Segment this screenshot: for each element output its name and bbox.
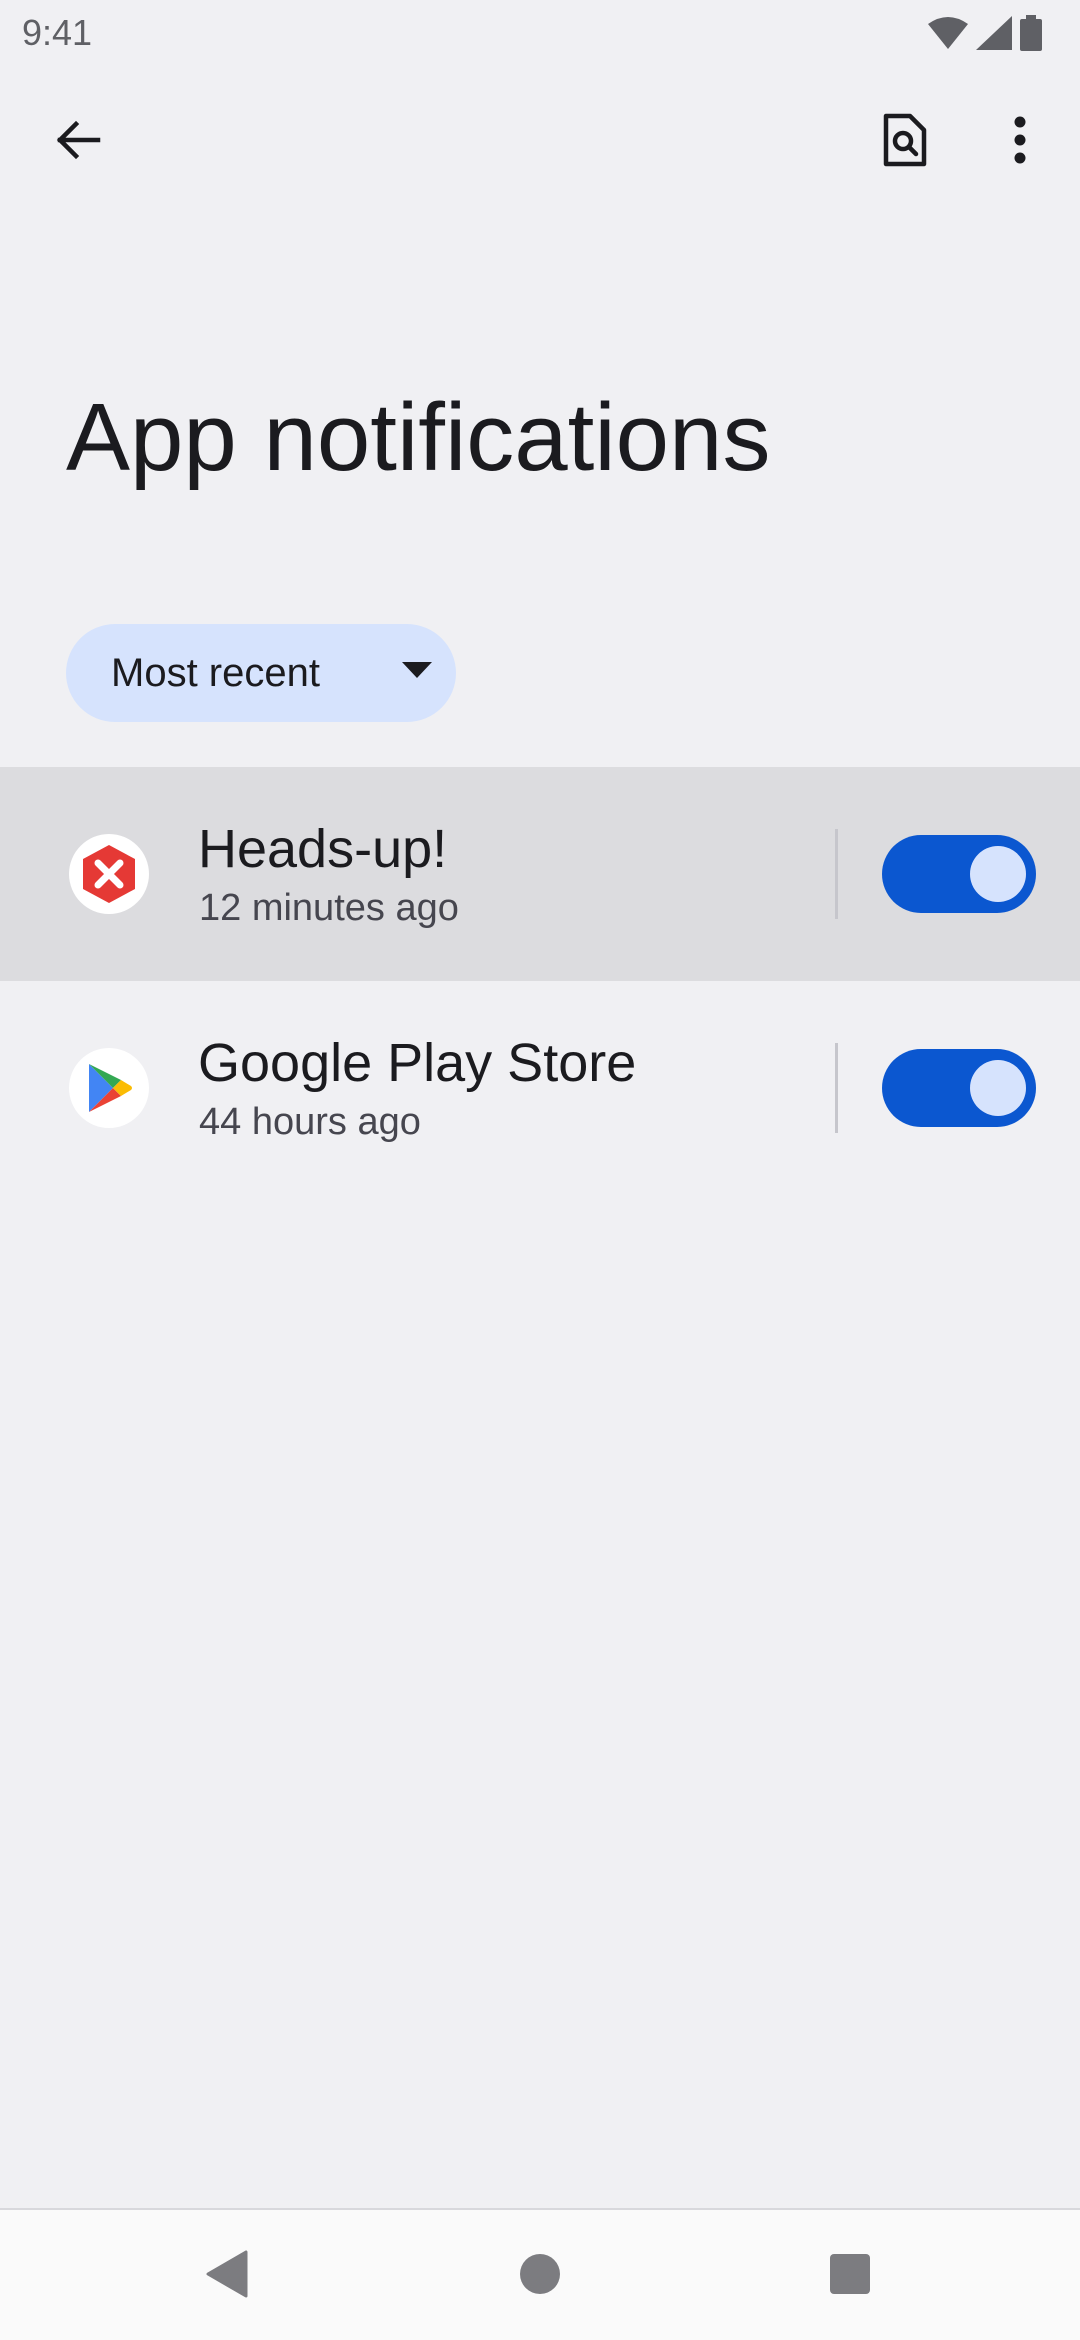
more-options-button[interactable] (972, 94, 1068, 190)
nav-recents-button[interactable] (800, 2226, 900, 2326)
toggle-knob (970, 1060, 1026, 1116)
status-time: 9:41 (22, 12, 93, 53)
nav-back-button[interactable] (176, 2226, 276, 2326)
wifi-icon (928, 16, 968, 50)
notifications-toggle[interactable] (882, 1049, 1036, 1127)
dropdown-arrow-icon (402, 662, 432, 683)
row-divider (835, 829, 838, 919)
google-play-icon (69, 1048, 149, 1128)
system-navigation-bar (0, 2208, 1080, 2340)
sort-dropdown[interactable]: Most recent (66, 624, 456, 722)
row-divider (835, 1043, 838, 1133)
toggle-knob (970, 846, 1026, 902)
app-name: Heads-up! (198, 819, 448, 879)
back-button[interactable] (30, 94, 126, 190)
signal-icon (976, 16, 1012, 50)
nav-home-button[interactable] (490, 2226, 590, 2326)
nav-home-icon (519, 2253, 561, 2300)
nav-recents-icon (829, 2253, 871, 2300)
notifications-toggle[interactable] (882, 835, 1036, 913)
top-app-bar (0, 82, 1080, 202)
status-bar: 9:41 (0, 0, 1080, 66)
more-vertical-icon (1014, 116, 1026, 169)
search-button[interactable] (856, 94, 952, 190)
app-last-notification-time: 12 minutes ago (199, 887, 459, 929)
app-row-heads-up[interactable]: Heads-up! 12 minutes ago (0, 767, 1080, 981)
nav-back-icon (204, 2250, 248, 2303)
status-icons (928, 14, 1042, 52)
page-title: App notifications (66, 384, 771, 491)
heads-up-app-icon (69, 834, 149, 914)
sort-dropdown-label: Most recent (111, 650, 320, 695)
app-name: Google Play Store (198, 1033, 637, 1093)
search-document-icon (880, 112, 928, 173)
app-last-notification-time: 44 hours ago (199, 1101, 421, 1143)
arrow-back-icon (54, 116, 102, 169)
battery-icon (1020, 15, 1042, 51)
app-row-google-play-store[interactable]: Google Play Store 44 hours ago (0, 981, 1080, 1195)
